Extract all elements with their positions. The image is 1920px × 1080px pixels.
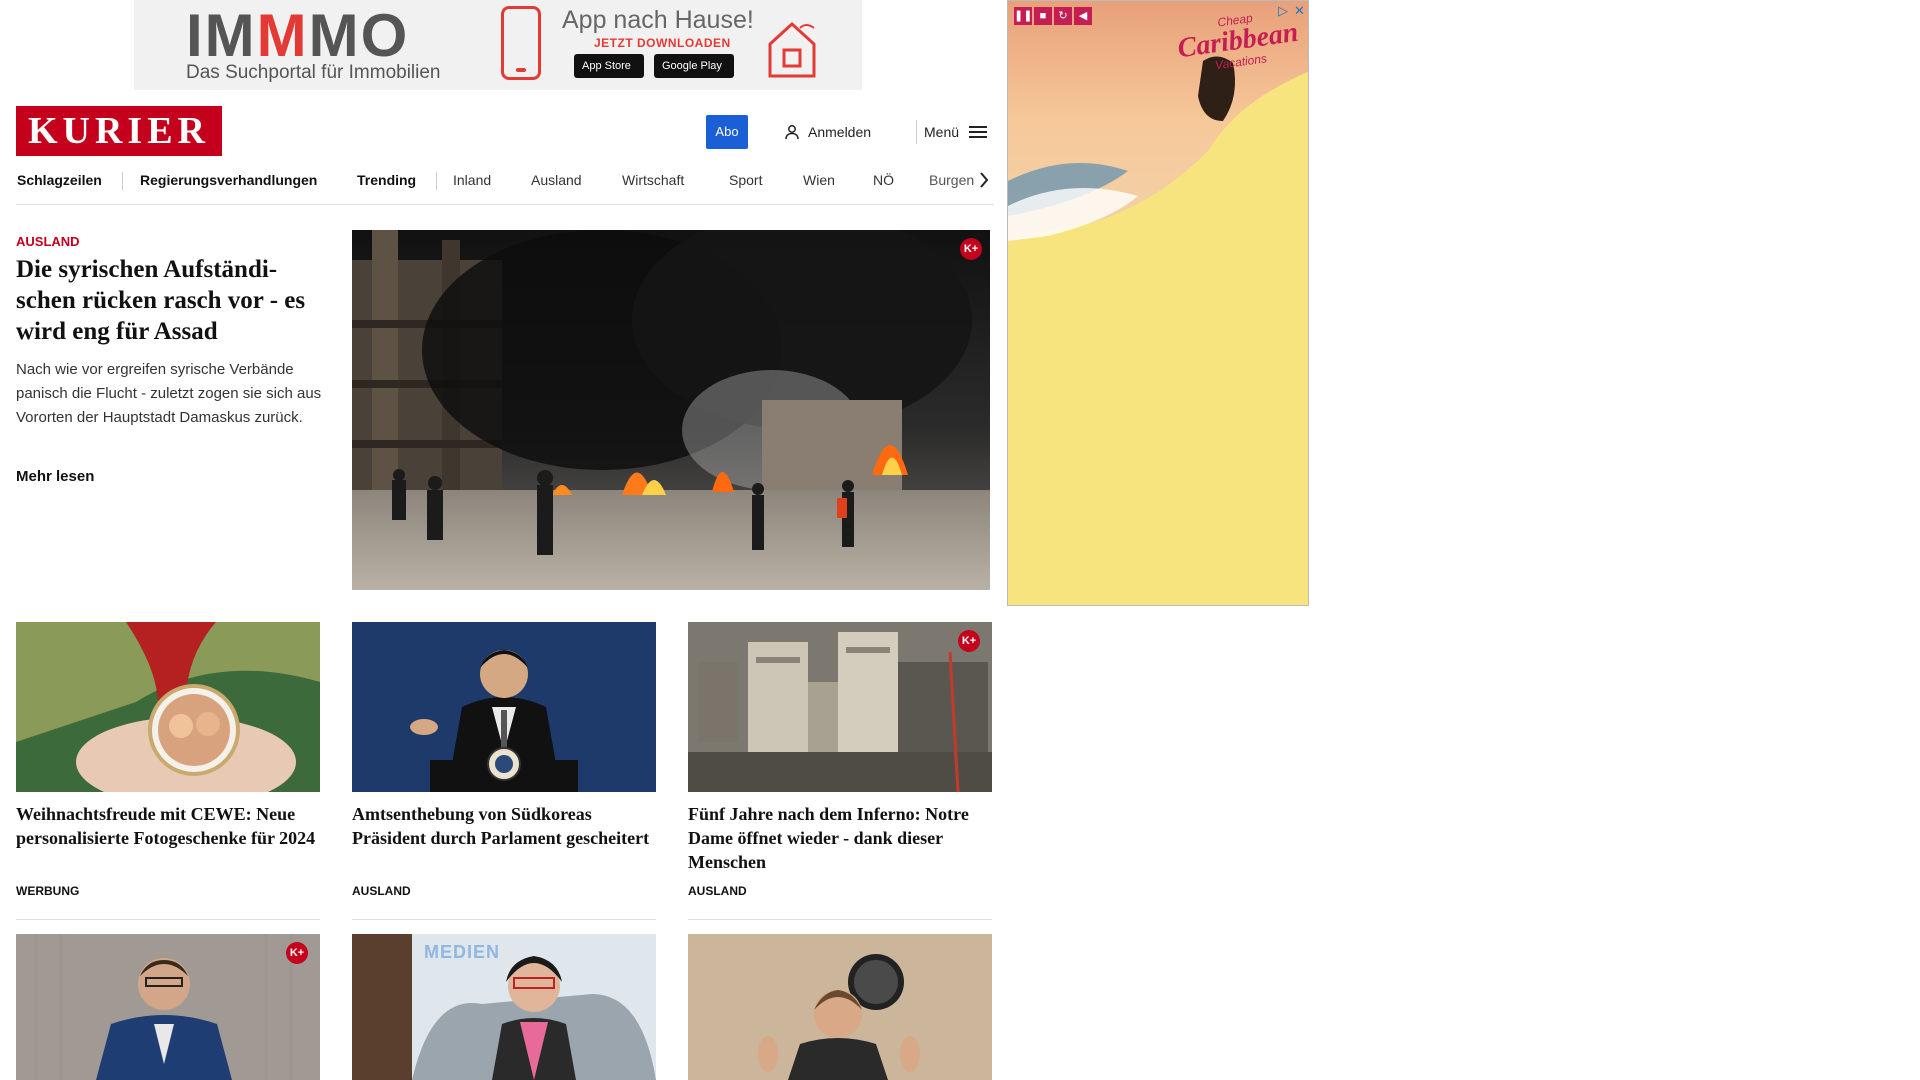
speaker-photo: [16, 934, 320, 1080]
card-kicker: AUSLAND: [688, 884, 747, 898]
abo-button[interactable]: Abo: [706, 115, 748, 149]
hero-photo: [352, 230, 990, 590]
nav-divider: [436, 172, 437, 190]
card-image[interactable]: K+: [16, 934, 320, 1080]
ad-stop-icon[interactable]: ■: [1034, 7, 1052, 25]
card-kicker: WERBUNG: [16, 884, 80, 898]
nav-item-trending[interactable]: Trending: [357, 166, 416, 204]
top-banner-ad[interactable]: IMMMO Das Suchportal für Immobilien App …: [134, 0, 862, 90]
chevron-right-icon: [980, 172, 989, 188]
card-kicker: AUSLAND: [352, 884, 411, 898]
nav-item-wien[interactable]: Wien: [803, 166, 835, 204]
card-image[interactable]: [16, 622, 320, 792]
ad-pause-icon[interactable]: ❚❚: [1014, 7, 1032, 25]
login-button[interactable]: Anmelden: [784, 118, 871, 146]
app-store-button[interactable]: App Store: [574, 54, 644, 78]
read-more-link[interactable]: Mehr lesen: [16, 468, 94, 485]
ad-headline: App nach Hause!: [562, 6, 754, 34]
card-divider: [16, 919, 320, 920]
card-divider: [352, 919, 656, 920]
kplus-badge: K+: [960, 238, 982, 260]
ad-replay-icon[interactable]: ↻: [1054, 7, 1072, 25]
immmo-logo: IMMMO: [186, 2, 410, 69]
menu-label: Menü: [924, 124, 960, 140]
nav-item-wirtschaft[interactable]: Wirtschaft: [622, 166, 684, 204]
korea-president-photo: [352, 622, 656, 792]
section-nav: Schlagzeilen Regierungsverhandlungen Tre…: [16, 166, 994, 205]
nav-item-noe[interactable]: NÖ: [873, 166, 894, 204]
card-title[interactable]: Weihnachtsfreude mit CEWE: Neue personal…: [16, 802, 320, 850]
hero-image[interactable]: K+: [352, 230, 990, 590]
notre-dame-photo: [688, 622, 992, 792]
card-divider: [688, 919, 992, 920]
nav-item-inland[interactable]: Inland: [453, 166, 491, 204]
ad-tagline: Das Suchportal für Immobilien: [186, 62, 441, 83]
header-divider: [916, 120, 917, 144]
card-title[interactable]: Amtsenthebung von Südkoreas Präsident du…: [352, 802, 656, 850]
cewe-photo: [16, 622, 320, 792]
card-image[interactable]: MEDIEN: [352, 934, 656, 1080]
house-icon: [768, 21, 816, 78]
phone-icon: [501, 6, 541, 80]
card-image[interactable]: K+: [688, 622, 992, 792]
user-icon: [785, 125, 799, 140]
nav-item-burgenland[interactable]: Burgen: [929, 166, 974, 204]
ad-mute-icon[interactable]: ◀: [1074, 7, 1092, 25]
nav-item-ausland[interactable]: Ausland: [531, 166, 582, 204]
hero-title[interactable]: Die syrischen Aufständi-schen rücken ras…: [16, 254, 316, 347]
nav-item-sport[interactable]: Sport: [729, 166, 762, 204]
hero-teaser: Nach wie vor ergreifen syrische Verbände…: [16, 361, 322, 426]
login-label: Anmelden: [808, 124, 872, 140]
nav-divider: [122, 172, 123, 190]
kplus-badge: K+: [958, 630, 980, 652]
hamburger-icon: [969, 126, 988, 138]
google-play-button[interactable]: Google Play: [654, 54, 734, 78]
kplus-badge: K+: [286, 942, 308, 964]
ad-cta: JETZT DOWNLOADEN: [594, 36, 731, 50]
kurier-logo[interactable]: KURIER: [16, 106, 222, 156]
media-event-photo: [352, 934, 656, 1080]
card-image[interactable]: [352, 622, 656, 792]
card-title[interactable]: Fünf Jahre nach dem Inferno: Notre Dame …: [688, 802, 992, 874]
menu-button[interactable]: Menü: [924, 118, 988, 146]
juggler-photo: [688, 934, 992, 1080]
nav-item-regierungsverhandlungen[interactable]: Regierungsverhandlungen: [140, 166, 317, 204]
medien-sign-text: MEDIEN: [424, 942, 501, 962]
side-ad[interactable]: ❚❚ ■ ↻ ◀ ▷ ✕ Cheap Caribbean Vacations: [1007, 0, 1309, 606]
card-image[interactable]: [688, 934, 992, 1080]
ad-beach-photo: [1008, 1, 1308, 605]
nav-item-schlagzeilen[interactable]: Schlagzeilen: [17, 166, 102, 204]
nav-scroll-right[interactable]: [974, 166, 994, 204]
hero-kicker[interactable]: AUSLAND: [16, 234, 80, 249]
